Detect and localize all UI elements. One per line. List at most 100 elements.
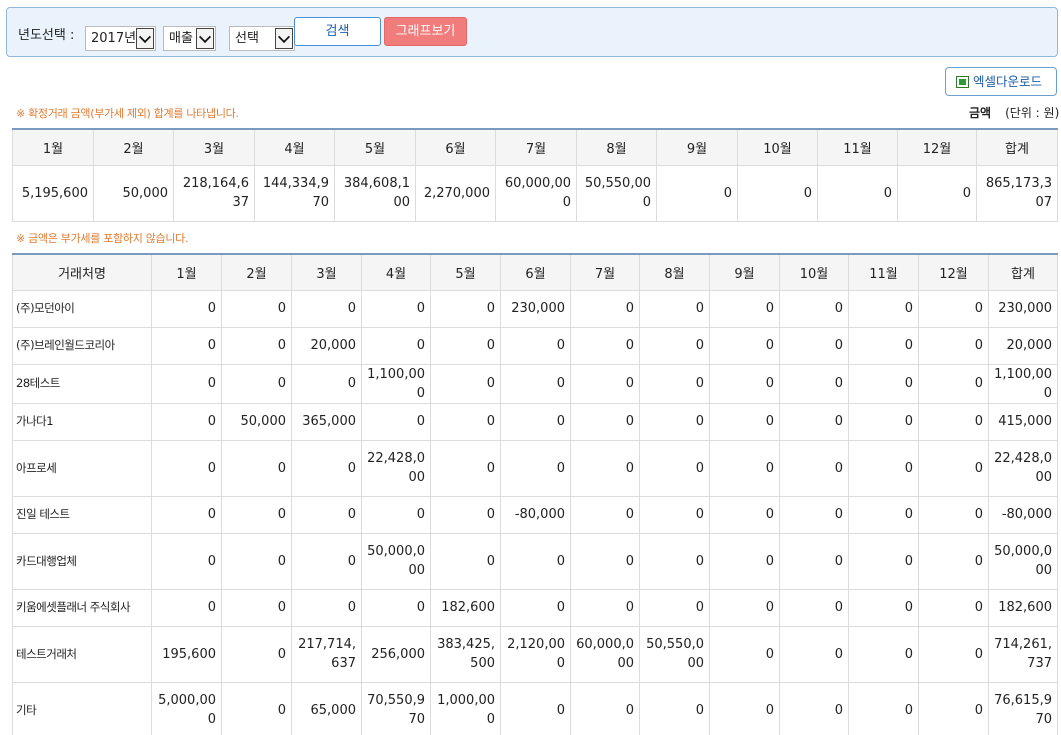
amount-cell: 0 bbox=[221, 625, 292, 683]
amount-cell: 0 bbox=[639, 532, 710, 590]
summary-value-row: 5,195,600 50,000 218,164,637 144,334,970 384… bbox=[12, 164, 1058, 222]
summary-header-cell: 합계 bbox=[976, 128, 1058, 166]
client-name-cell: 카드대행업체 bbox=[12, 532, 152, 590]
amount-cell: 0 bbox=[151, 439, 222, 497]
amount-cell: 0 bbox=[151, 326, 222, 365]
detail-header-cell: 거래처명 bbox=[12, 253, 152, 291]
amount-cell: 0 bbox=[221, 363, 292, 404]
type-select[interactable]: 매출 bbox=[163, 26, 216, 51]
amount-cell: 0 bbox=[918, 363, 989, 404]
detail-header-cell: 11월 bbox=[848, 253, 919, 291]
detail-header-cell: 8월 bbox=[639, 253, 710, 291]
client-name-cell: 가나다1 bbox=[12, 402, 152, 441]
amount-cell: 0 bbox=[779, 402, 849, 441]
amount-cell: 0 bbox=[221, 532, 292, 590]
amount-cell: 0 bbox=[570, 532, 640, 590]
amount-cell: 0 bbox=[779, 495, 849, 534]
amount-cell: 415,000 bbox=[988, 402, 1058, 441]
amount-cell: 0 bbox=[430, 532, 501, 590]
year-select-value: 2017년 bbox=[91, 31, 137, 46]
amount-cell: 0 bbox=[221, 326, 292, 365]
summary-value-cell: 60,000,000 bbox=[495, 164, 577, 222]
detail-header-cell: 3월 bbox=[291, 253, 362, 291]
chevron-down-icon bbox=[196, 28, 214, 49]
detail-header-cell: 2월 bbox=[221, 253, 292, 291]
summary-value-cell: 218,164,637 bbox=[173, 164, 255, 222]
summary-value-cell: 0 bbox=[737, 164, 818, 222]
amount-cell: 0 bbox=[151, 363, 222, 404]
amount-cell: 0 bbox=[709, 363, 780, 404]
amount-cell: 0 bbox=[779, 363, 849, 404]
amount-cell: 20,000 bbox=[291, 326, 362, 365]
amount-cell: 70,550,970 bbox=[361, 681, 431, 735]
amount-cell: 0 bbox=[500, 326, 571, 365]
amount-cell: 0 bbox=[151, 588, 222, 627]
table-row[interactable]: 카드대행업체 0 0 0 50,000,000 0 0 0 0 0 0 0 0 50,000,000 bbox=[12, 532, 1058, 590]
detail-header-cell: 1월 bbox=[151, 253, 222, 291]
amount-cell: 0 bbox=[709, 495, 780, 534]
detail-header-cell: 10월 bbox=[779, 253, 849, 291]
amount-cell: 1,000,000 bbox=[430, 681, 501, 735]
table-row[interactable]: 기타 5,000,000 0 65,000 70,550,970 1,000,000 0 0 0… bbox=[12, 681, 1058, 735]
amount-cell: 0 bbox=[639, 439, 710, 497]
amount-cell: 0 bbox=[291, 588, 362, 627]
amount-cell: 0 bbox=[291, 532, 362, 590]
amount-cell: 0 bbox=[639, 402, 710, 441]
table-row[interactable]: (주)모던아이 0 0 0 0 0 230,000 0 0 0 0 0 0 230,000 bbox=[12, 289, 1058, 328]
client-name-cell: 진일 테스트 bbox=[12, 495, 152, 534]
amount-cell: 0 bbox=[918, 681, 989, 735]
amount-cell: 0 bbox=[779, 681, 849, 735]
search-button[interactable]: 검색 bbox=[294, 17, 381, 46]
amount-cell: 2,120,000 bbox=[500, 625, 571, 683]
table-row[interactable]: 테스트거래처 195,600 0 217,714,637 256,000 383,425,… bbox=[12, 625, 1058, 683]
amount-cell: 65,000 bbox=[291, 681, 362, 735]
amount-cell: 365,000 bbox=[291, 402, 362, 441]
summary-header-cell: 3월 bbox=[173, 128, 255, 166]
amount-cell: 0 bbox=[709, 625, 780, 683]
amount-cell: 0 bbox=[848, 363, 919, 404]
detail-header-cell: 7월 bbox=[570, 253, 640, 291]
summary-value-cell: 144,334,970 bbox=[254, 164, 335, 222]
detail-header-row: 거래처명 1월 2월 3월 4월 5월 6월 7월 8월 9월 10월 11월 12월 합계 bbox=[12, 253, 1058, 291]
amount-label: 금액 bbox=[969, 106, 992, 120]
summary-note: ※ 확정거래 금액(부가세 제외) 합계를 나타냅니다. bbox=[16, 107, 239, 120]
amount-cell: 50,000 bbox=[221, 402, 292, 441]
table-row[interactable]: 아프로세 0 0 0 22,428,000 0 0 0 0 0 0 0 0 22,428,000 bbox=[12, 439, 1058, 497]
amount-cell: 0 bbox=[918, 439, 989, 497]
amount-cell: 0 bbox=[570, 681, 640, 735]
table-row[interactable]: 키움에셋플래너 주식회사 0 0 0 0 182,600 0 0 0 0 0 0 0 182,600 bbox=[12, 588, 1058, 627]
detail-header-cell: 5월 bbox=[430, 253, 501, 291]
table-row[interactable]: (주)브레인월드코리아 0 0 20,000 0 0 0 0 0 0 0 0 0 20,000 bbox=[12, 326, 1058, 365]
client-select[interactable]: 선택 bbox=[229, 26, 295, 51]
summary-header-cell: 8월 bbox=[576, 128, 657, 166]
client-name-cell: 키움에셋플래너 주식회사 bbox=[12, 588, 152, 627]
amount-cell: -80,000 bbox=[988, 495, 1058, 534]
summary-table: 1월 2월 3월 4월 5월 6월 7월 8월 9월 10월 11월 12월 합계 5,195,600 5… bbox=[12, 128, 1058, 222]
amount-cell: 0 bbox=[639, 588, 710, 627]
excel-download-button[interactable]: 엑셀다운로드 bbox=[945, 67, 1057, 96]
amount-cell: 230,000 bbox=[500, 289, 571, 328]
amount-cell: 256,000 bbox=[361, 625, 431, 683]
client-name-cell: (주)모던아이 bbox=[12, 289, 152, 328]
year-select[interactable]: 2017년 bbox=[85, 26, 156, 51]
amount-cell: 0 bbox=[848, 588, 919, 627]
amount-cell: 0 bbox=[570, 363, 640, 404]
detail-header-cell: 합계 bbox=[988, 253, 1058, 291]
summary-header-cell: 10월 bbox=[737, 128, 818, 166]
amount-cell: 0 bbox=[779, 326, 849, 365]
table-row[interactable]: 진일 테스트 0 0 0 0 0 -80,000 0 0 0 0 0 0 -80,000 bbox=[12, 495, 1058, 534]
amount-cell: 0 bbox=[848, 495, 919, 534]
amount-cell: 0 bbox=[848, 439, 919, 497]
amount-cell: 0 bbox=[430, 495, 501, 534]
table-row[interactable]: 가나다1 0 50,000 365,000 0 0 0 0 0 0 0 0 0 415,000 bbox=[12, 402, 1058, 441]
amount-cell: 383,425,500 bbox=[430, 625, 501, 683]
table-row[interactable]: 28테스트 0 0 0 1,100,000 0 0 0 0 0 0 0 0 1,100,000 bbox=[12, 363, 1058, 404]
amount-cell: 0 bbox=[291, 495, 362, 534]
graph-view-button[interactable]: 그래프보기 bbox=[384, 17, 467, 46]
amount-cell: 0 bbox=[430, 326, 501, 365]
amount-cell: 0 bbox=[570, 402, 640, 441]
amount-cell: 0 bbox=[221, 289, 292, 328]
amount-cell: 0 bbox=[500, 588, 571, 627]
summary-value-cell: 0 bbox=[897, 164, 977, 222]
filter-bar: 년도선택 : 2017년 매출 선택 검색 그래프보기 bbox=[6, 7, 1058, 57]
